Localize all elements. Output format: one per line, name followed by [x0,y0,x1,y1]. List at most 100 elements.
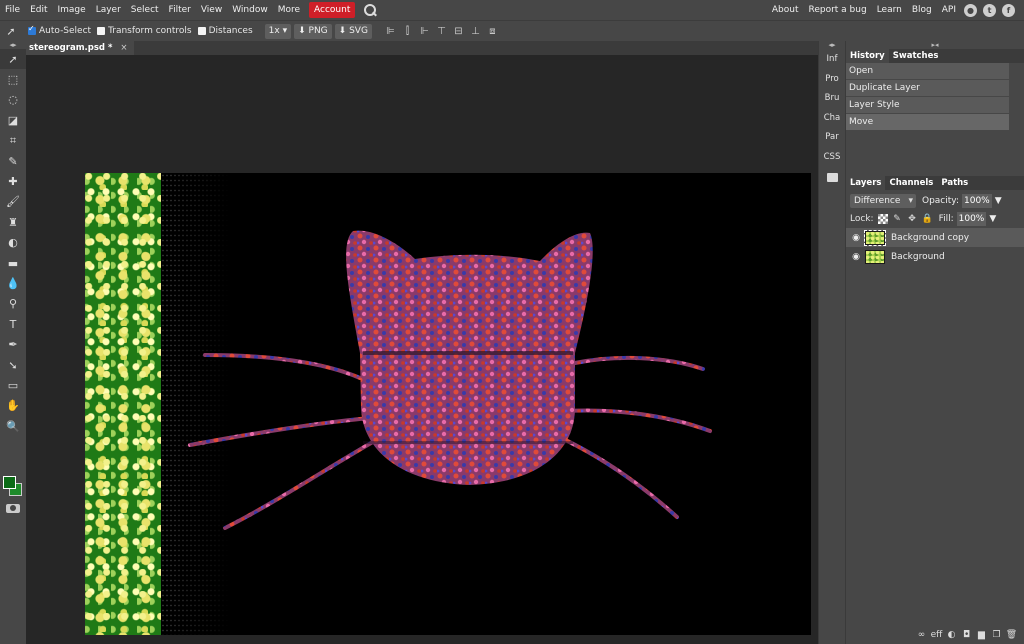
close-tab-icon[interactable]: × [120,43,127,53]
align-right-icon[interactable]: ⊩ [416,24,433,39]
foreground-color-swatch[interactable] [3,476,16,489]
menu-filter[interactable]: Filter [164,0,196,20]
link-about[interactable]: About [767,0,804,20]
delete-layer-icon[interactable]: 🗑 [1004,630,1019,640]
paragraph-panel-button[interactable]: Par [819,128,845,148]
scale-select[interactable]: 1x ▾ [264,23,292,39]
brush-panel-button[interactable]: Bru [819,89,845,109]
distribute-icon[interactable]: ⧈ [484,24,501,39]
new-group-icon[interactable]: ▆ [974,630,989,640]
tab-channels[interactable]: Channels [885,176,937,190]
twitter-icon[interactable]: t [983,3,996,17]
fill-input[interactable]: 100% [956,212,987,226]
visibility-eye-icon[interactable]: ◉ [850,233,862,243]
image-canvas[interactable] [85,173,811,635]
brush-tool-icon[interactable]: 🖌 [0,192,26,212]
menu-edit[interactable]: Edit [25,0,52,20]
account-button[interactable]: Account [309,2,356,18]
distances-checkbox[interactable]: Distances [197,26,253,36]
history-item[interactable]: Open [846,63,1009,80]
auto-select-checkbox[interactable]: Auto-Select [28,24,91,36]
tab-history[interactable]: History [846,49,889,63]
type-tool-icon[interactable]: T [0,314,26,334]
menu-select[interactable]: Select [126,0,164,20]
eraser-tool-icon[interactable]: ◐ [0,233,26,253]
collapse-toggle-icon[interactable]: ◂▸ [0,41,26,49]
align-bottom-icon[interactable]: ⊥ [467,24,484,39]
link-api[interactable]: API [937,0,961,20]
layer-effects-button[interactable]: eff [929,630,944,640]
crop-tool-icon[interactable]: ⌗ [0,131,26,151]
adjustment-layer-icon[interactable]: ◐ [944,630,959,640]
tab-layers[interactable]: Layers [846,176,886,190]
blur-tool-icon[interactable]: 💧 [0,273,26,293]
export-svg-button[interactable]: ⬇ SVG [334,23,372,39]
export-png-button[interactable]: ⬇ PNG [294,23,332,39]
collapse-toggle-icon[interactable]: ◂▸ [819,41,845,50]
quick-mask-icon[interactable] [6,504,20,513]
transform-controls-check-box[interactable] [97,27,106,35]
reddit-icon[interactable]: ● [964,3,977,17]
lock-row: Lock: ✎ ✥ 🔒 Fill: 100% ▼ [846,210,1024,228]
menu-file[interactable]: File [0,0,25,20]
shape-tool-icon[interactable]: ▭ [0,375,26,395]
image-icon[interactable] [826,173,838,182]
menu-window[interactable]: Window [227,0,273,20]
blend-mode-select[interactable]: Difference [850,194,916,208]
layer-mask-icon[interactable]: ◘ [959,630,974,640]
align-left-icon[interactable]: ⊫ [382,24,399,39]
lock-transparency-icon[interactable] [877,214,888,224]
character-panel-button[interactable]: Cha [819,109,845,129]
transform-controls-checkbox[interactable]: Transform controls [97,26,192,36]
dodge-tool-icon[interactable]: ⚲ [0,294,26,314]
history-item[interactable]: Duplicate Layer [846,80,1009,97]
layer-row[interactable]: ◉ Background [846,247,1024,266]
zoom-tool-icon[interactable]: 🔍 [0,416,26,436]
eyedropper-tool-icon[interactable]: ✎ [0,151,26,171]
marquee-tool-icon[interactable]: ⬚ [0,69,26,89]
pen-tool-icon[interactable]: ✒ [0,334,26,354]
link-blog[interactable]: Blog [907,0,937,20]
align-center-h-icon[interactable]: ⫿ [399,24,416,39]
opacity-dropdown-icon[interactable]: ▼ [995,196,1002,206]
menu-more[interactable]: More [273,0,305,20]
new-layer-icon[interactable]: ❐ [989,630,1004,640]
menu-view[interactable]: View [196,0,227,20]
properties-panel-button[interactable]: Pro [819,70,845,90]
auto-select-check-box[interactable] [28,24,36,35]
css-panel-button[interactable]: CSS [819,148,845,168]
facebook-icon[interactable]: f [1002,3,1015,17]
path-select-tool-icon[interactable]: ➘ [0,355,26,375]
lasso-tool-icon[interactable]: ◌ [0,90,26,110]
lock-position-icon[interactable]: ✥ [907,214,918,225]
opacity-input[interactable]: 100% [962,194,992,208]
fill-dropdown-icon[interactable]: ▼ [989,214,996,224]
tab-swatches[interactable]: Swatches [889,49,943,63]
healing-tool-icon[interactable]: ✚ [0,171,26,191]
gradient-tool-icon[interactable]: ▬ [0,253,26,273]
info-panel-button[interactable]: Inf [819,50,845,70]
move-tool-icon[interactable]: ➚ [0,49,26,70]
link-layers-icon[interactable]: ∞ [914,630,929,640]
visibility-eye-icon[interactable]: ◉ [850,252,862,262]
lock-all-icon[interactable]: 🔒 [922,214,933,225]
collapse-toggle-icon[interactable]: ▸◂ [846,41,1024,49]
cat-silhouette [188,230,712,530]
stamp-tool-icon[interactable]: ♜ [0,212,26,232]
search-icon[interactable] [363,3,377,17]
quick-select-tool-icon[interactable]: ◪ [0,110,26,130]
history-item[interactable]: Move [846,114,1009,131]
link-learn[interactable]: Learn [872,0,907,20]
document-tab[interactable]: stereogram.psd * × [26,41,134,55]
layer-row[interactable]: ◉ Background copy [846,228,1024,247]
distances-check-box[interactable] [197,27,206,35]
lock-pixels-icon[interactable]: ✎ [892,214,903,225]
history-item[interactable]: Layer Style [846,97,1009,114]
align-top-icon[interactable]: ⊤ [433,24,450,39]
hand-tool-icon[interactable]: ✋ [0,396,26,416]
menu-layer[interactable]: Layer [91,0,126,20]
menu-image[interactable]: Image [53,0,91,20]
tab-paths[interactable]: Paths [937,176,972,190]
link-report-bug[interactable]: Report a bug [803,0,871,20]
align-middle-v-icon[interactable]: ⊟ [450,24,467,39]
